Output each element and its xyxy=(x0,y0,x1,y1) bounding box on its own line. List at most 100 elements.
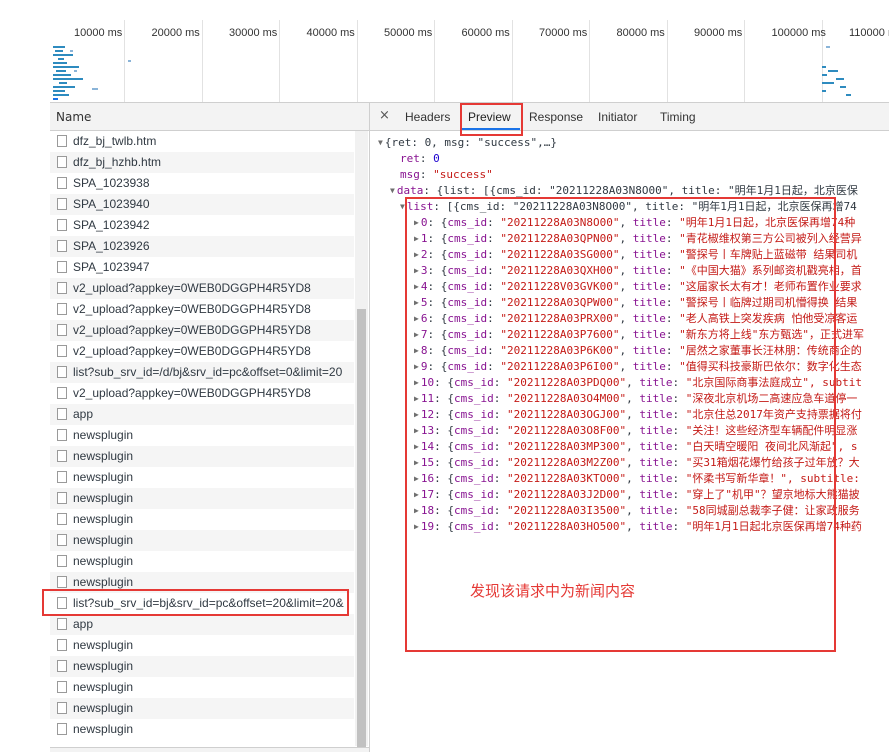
request-row[interactable]: v2_upload?appkey=0WEB0DGGPH4R5YD8 xyxy=(50,320,354,341)
request-row[interactable]: v2_upload?appkey=0WEB0DGGPH4R5YD8 xyxy=(50,383,354,404)
scrollbar-thumb[interactable] xyxy=(357,309,366,749)
waterfall-bar xyxy=(53,94,69,96)
request-detail-pane: × Headers Preview Response Initiator Tim… xyxy=(370,103,889,752)
name-column-header[interactable]: Name xyxy=(50,103,369,131)
file-icon xyxy=(57,177,67,189)
request-row[interactable]: newsplugin xyxy=(50,677,354,698)
timeline-tick-label: 110000 m xyxy=(849,27,889,39)
file-icon xyxy=(57,219,67,231)
request-name: newsplugin xyxy=(73,449,134,463)
tab-headers[interactable]: Headers xyxy=(405,110,450,124)
request-name: newsplugin xyxy=(73,470,134,484)
request-row[interactable]: newsplugin xyxy=(50,530,354,551)
request-name: v2_upload?appkey=0WEB0DGGPH4R5YD8 xyxy=(73,323,311,337)
timeline-tick-label: 70000 ms xyxy=(539,27,588,39)
file-icon xyxy=(57,639,67,651)
request-row[interactable]: newsplugin xyxy=(50,509,354,530)
file-icon xyxy=(57,555,67,567)
waterfall-bar xyxy=(822,66,826,68)
file-icon xyxy=(57,387,67,399)
file-icon xyxy=(57,135,67,147)
waterfall-bar xyxy=(53,74,71,76)
request-row[interactable]: list?sub_srv_id=/d/bj&srv_id=pc&offset=0… xyxy=(50,362,354,383)
file-icon xyxy=(57,324,67,336)
timeline-tick-label: 90000 ms xyxy=(694,27,743,39)
tab-response[interactable]: Response xyxy=(529,110,583,124)
request-row[interactable]: v2_upload?appkey=0WEB0DGGPH4R5YD8 xyxy=(50,278,354,299)
request-row[interactable]: dfz_bj_hzhb.htm xyxy=(50,152,354,173)
tab-timing[interactable]: Timing xyxy=(660,110,696,124)
request-name: SPA_1023947 xyxy=(73,260,150,274)
request-row[interactable]: newsplugin xyxy=(50,425,354,446)
request-name: SPA_1023938 xyxy=(73,176,150,190)
waterfall-bar xyxy=(53,98,58,100)
request-row[interactable]: SPA_1023942 xyxy=(50,215,354,236)
timeline-tick-line xyxy=(589,20,590,102)
request-row[interactable]: newsplugin xyxy=(50,467,354,488)
json-root-node[interactable]: ▼ {ret: 0, msg: "success",…} xyxy=(378,135,557,151)
detail-tabbar: × Headers Preview Response Initiator Tim… xyxy=(370,103,889,131)
timeline-tick-line xyxy=(511,20,513,102)
waterfall-bar xyxy=(53,46,65,48)
devtools-network-panel: 10000 ms 20000 ms 30000 ms 40000 ms 50000 ms… xyxy=(0,0,889,752)
request-row[interactable]: SPA_1023938 xyxy=(50,173,354,194)
request-name: newsplugin xyxy=(73,680,134,694)
timeline-tick-label: 10000 ms xyxy=(74,27,123,39)
file-icon xyxy=(57,660,67,672)
file-icon xyxy=(57,261,67,273)
file-icon xyxy=(57,723,67,735)
waterfall-bar xyxy=(58,58,64,60)
timeline-tick-line xyxy=(201,20,203,102)
request-row[interactable]: app xyxy=(50,404,354,425)
timeline-tick-label: 40000 ms xyxy=(306,27,355,39)
expand-triangle-icon[interactable]: ▼ xyxy=(390,186,395,195)
request-row[interactable]: newsplugin xyxy=(50,698,354,719)
request-row[interactable]: SPA_1023926 xyxy=(50,236,354,257)
waterfall-bar xyxy=(53,54,73,56)
request-name: list?sub_srv_id=/d/bj&srv_id=pc&offset=0… xyxy=(73,365,343,379)
request-row[interactable]: newsplugin xyxy=(50,488,354,509)
selected-request-highlight xyxy=(42,589,349,616)
timeline-tick-label: 60000 ms xyxy=(461,27,510,39)
timeline-tick-line xyxy=(744,20,745,102)
request-name: newsplugin xyxy=(73,659,134,673)
overview-timeline[interactable]: 10000 ms 20000 ms 30000 ms 40000 ms 50000 ms… xyxy=(50,20,889,103)
waterfall-bar xyxy=(53,66,79,68)
timeline-tick-line xyxy=(279,20,280,102)
waterfall-bar xyxy=(822,74,827,76)
request-name: newsplugin xyxy=(73,428,134,442)
waterfall-bar xyxy=(840,86,846,88)
file-icon xyxy=(57,345,67,357)
expand-triangle-icon[interactable]: ▼ xyxy=(378,138,383,147)
request-row[interactable]: v2_upload?appkey=0WEB0DGGPH4R5YD8 xyxy=(50,299,354,320)
request-row[interactable]: newsplugin xyxy=(50,551,354,572)
request-row[interactable]: app xyxy=(50,614,354,635)
request-row[interactable]: v2_upload?appkey=0WEB0DGGPH4R5YD8 xyxy=(50,341,354,362)
tab-initiator[interactable]: Initiator xyxy=(598,110,637,124)
request-row[interactable]: SPA_1023940 xyxy=(50,194,354,215)
waterfall-bar xyxy=(59,82,67,84)
json-ret-row: ret: 0 xyxy=(400,152,440,165)
close-icon[interactable]: × xyxy=(379,108,390,123)
waterfall-bar xyxy=(822,82,834,84)
request-list-pane: Name dfz_bj_twlb.htm dfz_bj_hzhb.htm SPA_1… xyxy=(50,103,370,752)
timeline-tick-label: 20000 ms xyxy=(151,27,200,39)
request-list-scrollbar[interactable] xyxy=(355,131,368,749)
request-rows: dfz_bj_twlb.htm dfz_bj_hzhb.htm SPA_102393… xyxy=(50,131,354,740)
request-row[interactable]: newsplugin xyxy=(50,635,354,656)
request-row[interactable]: dfz_bj_twlb.htm xyxy=(50,131,354,152)
file-icon xyxy=(57,429,67,441)
waterfall-bar xyxy=(53,90,65,92)
request-row[interactable]: newsplugin xyxy=(50,719,354,740)
request-row[interactable]: newsplugin xyxy=(50,656,354,677)
request-name: dfz_bj_twlb.htm xyxy=(73,134,157,148)
annotation-text: 发现该请求中为新闻内容 xyxy=(470,582,636,600)
request-row[interactable]: newsplugin xyxy=(50,446,354,467)
request-name: dfz_bj_hzhb.htm xyxy=(73,155,162,169)
file-icon xyxy=(57,408,67,420)
name-column-label: Name xyxy=(56,110,92,124)
request-name: v2_upload?appkey=0WEB0DGGPH4R5YD8 xyxy=(73,302,311,316)
request-name: newsplugin xyxy=(73,722,134,736)
request-row[interactable]: SPA_1023947 xyxy=(50,257,354,278)
file-icon xyxy=(57,240,67,252)
